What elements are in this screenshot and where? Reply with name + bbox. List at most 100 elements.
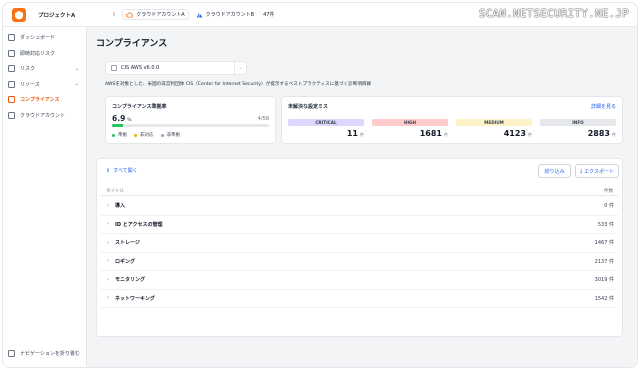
- download-icon: ⤓: [579, 168, 583, 174]
- chevron-right-icon: ›: [107, 295, 109, 302]
- legend-label: 非準拠: [166, 133, 181, 138]
- table-row[interactable]: › ネットワーキング 1542 件: [101, 290, 618, 308]
- account-b-label: クラウドアカウントB: [205, 12, 255, 18]
- header-divider: [101, 195, 618, 196]
- legend-label: 準拠: [118, 133, 127, 138]
- chevron-down-icon: ⌄: [234, 62, 246, 74]
- compliance-rate-title: コンプライアンス準拠率: [112, 104, 167, 110]
- row-title: 導入: [115, 203, 126, 210]
- unresolved-misconfig-card: 未解決な設定ミス 詳細を見る CRITICAL HIGH MEDIUM INFO…: [281, 96, 623, 144]
- export-label: エクスポート: [584, 168, 615, 175]
- row-title: ストレージ: [115, 240, 140, 247]
- watermark: SCAN.NETSECURITY.NE.JP: [478, 7, 629, 20]
- severity-info-count: 2883 件: [540, 129, 616, 138]
- account-chip-b[interactable]: クラウドアカウントB: [193, 10, 257, 19]
- alert-icon: [8, 49, 15, 57]
- row-count: 533 件: [597, 221, 614, 228]
- export-button[interactable]: ⤓ エクスポート: [575, 164, 619, 178]
- azure-icon: [196, 12, 202, 17]
- count-value: 1681: [419, 129, 442, 138]
- expand-all-button[interactable]: ⇕ すべて開く: [106, 167, 138, 175]
- expand-icon: ⇕: [106, 167, 111, 174]
- progress-fill: [112, 124, 123, 127]
- sidebar-item-urgent-risk[interactable]: 即時対応リスク: [3, 46, 86, 62]
- compliance-rate-card: コンプライアンス準拠率 6.9% 4/58 準拠 非対応 非準拠: [105, 96, 276, 144]
- benchmark-description: AWSを対象とした、米国の非営利団体 CIS（Center for Intern…: [105, 82, 372, 87]
- legend-unsupported: 非対応: [134, 132, 154, 138]
- sidebar-item-dashboard[interactable]: ダッシュボード: [3, 30, 86, 46]
- sidebar-item-label: クラウドアカウント: [20, 112, 66, 119]
- row-title: ロギング: [115, 258, 136, 265]
- sidebar-item-label: リスク: [20, 66, 36, 73]
- account-chip-a[interactable]: クラウドアカウントA: [122, 9, 189, 20]
- table-row[interactable]: › ロギング 2137 件: [101, 253, 618, 271]
- chevron-right-icon: ›: [107, 239, 109, 246]
- table-row[interactable]: › 導入 0 件: [101, 197, 618, 216]
- collapse-nav-button[interactable]: ナビゲーションを折り畳む: [8, 350, 80, 357]
- count-value: 11: [346, 129, 358, 138]
- chevron-down-icon: ⌄: [74, 81, 79, 88]
- benchmark-select[interactable]: CIS AWS v6.0.0 ⌄: [105, 61, 247, 75]
- chevron-right-icon: ›: [107, 276, 109, 283]
- sidebar: ダッシュボード 即時対応リスク リスク ⌄ リソース ⌄ コンプライアンス クラ…: [3, 27, 87, 367]
- sidebar-item-label: ダッシュボード: [20, 35, 56, 42]
- cloud-icon: [126, 12, 134, 17]
- severity-critical-label: CRITICAL: [288, 119, 364, 126]
- project-selector[interactable]: プロジェクトA: [38, 11, 94, 19]
- count-unit: 件: [528, 132, 532, 137]
- app-logo-icon[interactable]: [12, 7, 26, 22]
- column-header-title: タイトル: [106, 189, 124, 194]
- row-count: 2137 件: [594, 258, 614, 265]
- row-count: 0 件: [604, 203, 614, 210]
- rate-number: 6.9: [112, 114, 126, 123]
- account-count[interactable]: 47件: [263, 11, 274, 18]
- sidebar-item-resources[interactable]: リソース ⌄: [3, 77, 86, 93]
- table-row[interactable]: › ストレージ 1467 件: [101, 234, 618, 253]
- collapse-icon: [8, 350, 15, 357]
- view-details-link[interactable]: 詳細を見る: [591, 103, 616, 110]
- app-window: プロジェクトA ⇕ クラウドアカウントA クラウドアカウントB 47件 SCAN…: [2, 2, 638, 368]
- expand-all-label: すべて開く: [113, 168, 138, 174]
- updown-arrows-icon[interactable]: ⇕: [112, 12, 116, 18]
- rate-unit: %: [127, 118, 132, 123]
- resource-icon: [8, 80, 15, 88]
- unresolved-title: 未解決な設定ミス: [288, 104, 329, 110]
- row-title: ネットワーキング: [115, 295, 155, 302]
- sidebar-item-compliance[interactable]: コンプライアンス: [3, 92, 86, 108]
- benchmark-icon: [111, 65, 117, 71]
- row-count: 3019 件: [594, 277, 614, 284]
- row-title: モニタリング: [115, 277, 146, 284]
- collapse-nav-label: ナビゲーションを折り畳む: [20, 351, 80, 357]
- top-bar: プロジェクトA ⇕ クラウドアカウントA クラウドアカウントB 47件 SCAN…: [3, 3, 637, 27]
- legend-dot: [160, 133, 164, 137]
- cloud-account-icon: [8, 111, 15, 119]
- legend-dot: [134, 133, 137, 137]
- legend-noncompliant: 非準拠: [160, 132, 181, 138]
- table-row[interactable]: › モニタリング 3019 件: [101, 271, 618, 290]
- count-value: 4123: [503, 129, 526, 138]
- count-unit: 件: [612, 132, 616, 137]
- row-count: 1467 件: [594, 240, 614, 247]
- compliance-rate-value: 6.9%: [112, 114, 132, 123]
- chevron-down-icon: ⌄: [74, 65, 79, 72]
- compliance-fraction: 4/58: [257, 116, 269, 122]
- sidebar-item-cloud-accounts[interactable]: クラウドアカウント: [3, 108, 86, 124]
- compliance-table: ⇕ すべて開く 絞り込み ⤓ エクスポート タイトル 件数 › 導入 0 件 › ID と…: [96, 158, 623, 337]
- chevron-right-icon: ›: [107, 258, 109, 265]
- count-unit: 件: [360, 132, 364, 137]
- risk-icon: [8, 65, 15, 73]
- row-title: ID とアクセスの管理: [115, 221, 163, 228]
- legend-label: 非対応: [140, 133, 154, 138]
- severity-medium-label: MEDIUM: [456, 119, 532, 126]
- severity-info-label: INFO: [540, 119, 616, 126]
- sidebar-item-label: コンプライアンス: [20, 97, 60, 104]
- chevron-right-icon: ›: [107, 202, 109, 209]
- sidebar-item-label: リソース: [20, 81, 40, 88]
- filter-button[interactable]: 絞り込み: [538, 164, 571, 178]
- sidebar-item-risk[interactable]: リスク ⌄: [3, 61, 86, 77]
- chevron-right-icon: ›: [107, 221, 109, 228]
- severity-high-count: 1681 件: [372, 129, 448, 138]
- row-count: 1542 件: [594, 295, 614, 302]
- table-row[interactable]: › ID とアクセスの管理 533 件: [101, 216, 618, 234]
- dashboard-icon: [8, 34, 15, 42]
